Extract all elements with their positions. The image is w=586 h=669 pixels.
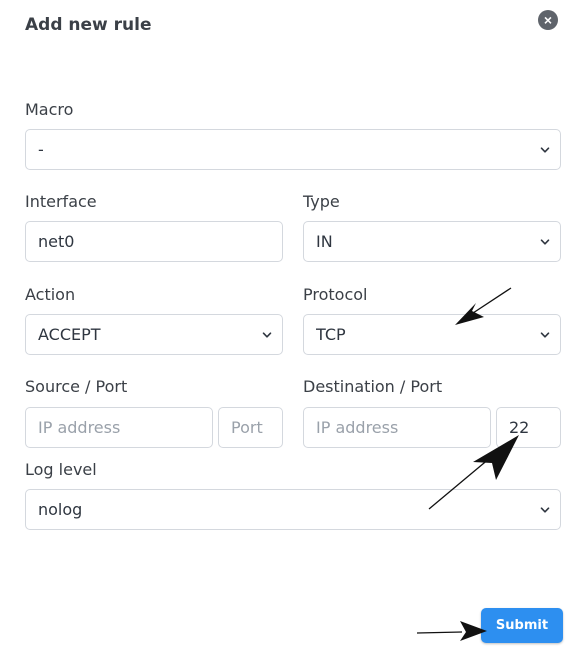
source-port-placeholder: Port xyxy=(231,418,263,437)
chevron-down-icon xyxy=(540,331,550,338)
source-ip-placeholder: IP address xyxy=(38,418,121,437)
type-value: IN xyxy=(316,232,333,251)
type-select[interactable]: IN xyxy=(303,221,561,262)
protocol-value: TCP xyxy=(316,325,346,344)
log-level-label: Log level xyxy=(25,460,97,479)
source-port-input[interactable]: Port xyxy=(218,407,283,448)
macro-label: Macro xyxy=(25,100,74,119)
action-value: ACCEPT xyxy=(38,325,101,344)
dialog-title: Add new rule xyxy=(25,15,152,35)
destination-port-value: 22 xyxy=(509,418,530,437)
action-select[interactable]: ACCEPT xyxy=(25,314,283,355)
interface-label: Interface xyxy=(25,192,97,211)
destination-ip-placeholder: IP address xyxy=(316,418,399,437)
interface-value: net0 xyxy=(38,232,75,251)
arrow-annotation xyxy=(416,621,487,641)
chevron-down-icon xyxy=(262,331,272,338)
close-icon[interactable]: × xyxy=(538,10,558,30)
protocol-label: Protocol xyxy=(303,285,368,304)
submit-button[interactable]: Submit xyxy=(481,608,563,643)
interface-input[interactable]: net0 xyxy=(25,221,283,262)
chevron-down-icon xyxy=(540,146,550,153)
action-label: Action xyxy=(25,285,76,304)
log-level-value: nolog xyxy=(38,500,83,519)
destination-ip-input[interactable]: IP address xyxy=(303,407,491,448)
source-label: Source / Port xyxy=(25,377,128,396)
destination-label: Destination / Port xyxy=(303,377,443,396)
source-ip-input[interactable]: IP address xyxy=(25,407,213,448)
log-level-select[interactable]: nolog xyxy=(25,489,561,530)
macro-value: - xyxy=(38,140,44,159)
destination-port-input[interactable]: 22 xyxy=(496,407,561,448)
chevron-down-icon xyxy=(540,238,550,245)
macro-select[interactable]: - xyxy=(25,129,561,170)
type-label: Type xyxy=(303,192,340,211)
chevron-down-icon xyxy=(540,506,550,513)
protocol-select[interactable]: TCP xyxy=(303,314,561,355)
